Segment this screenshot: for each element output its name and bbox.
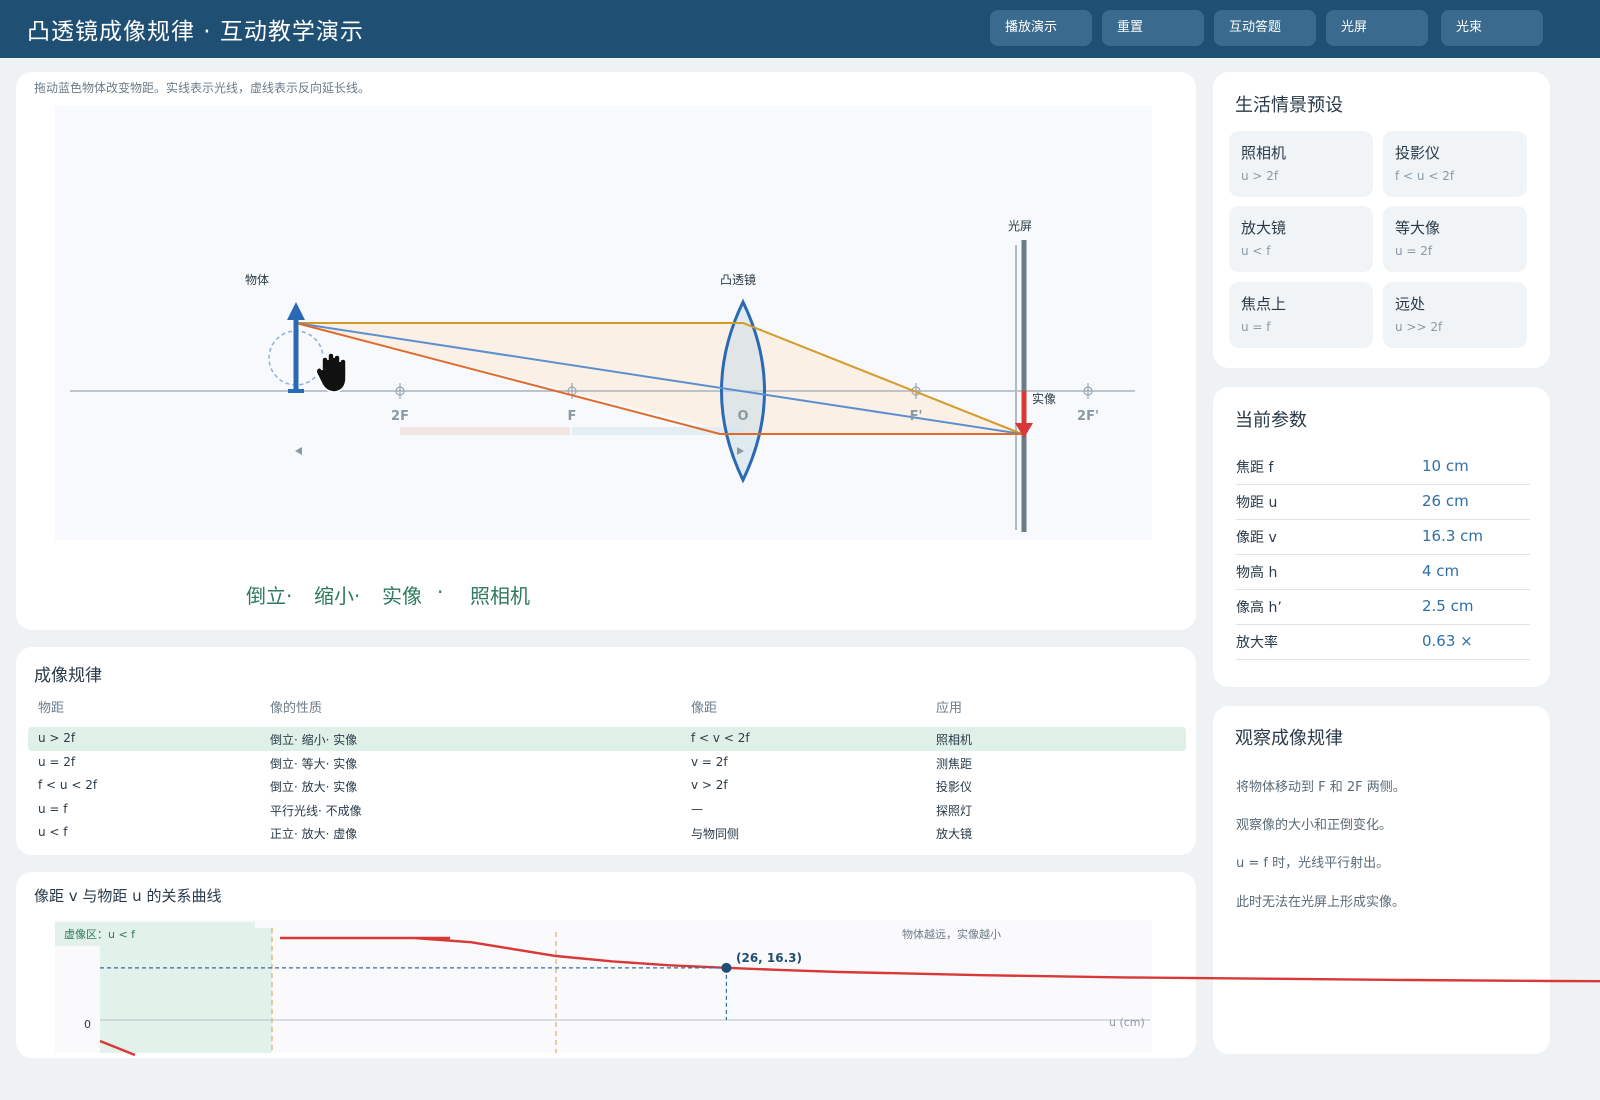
y-zero-label: 0 bbox=[84, 1018, 91, 1031]
point-label: (26, 16.3) bbox=[736, 951, 802, 965]
uv-curve-chart: (26, 16.3) 虚像区：u < f 物体越远，实像越小 0 u (cm) bbox=[55, 920, 1600, 1057]
current-point[interactable] bbox=[721, 962, 732, 973]
curve-note: 物体越远，实像越小 bbox=[902, 927, 1001, 941]
x-axis-label: u (cm) bbox=[1109, 1016, 1145, 1029]
virtual-zone-bg bbox=[100, 928, 272, 1053]
virtual-zone-label: 虚像区：u < f bbox=[64, 928, 136, 941]
